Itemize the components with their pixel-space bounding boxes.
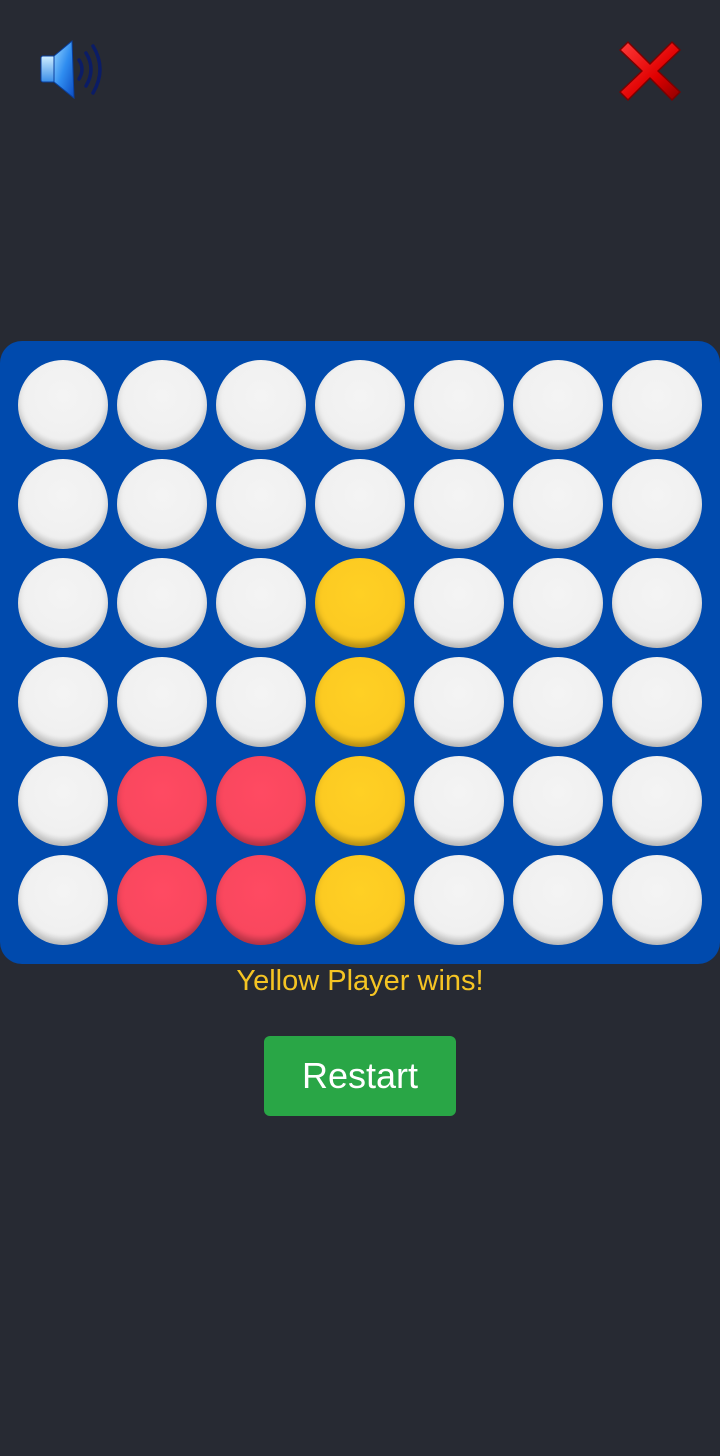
empty-slot[interactable] <box>18 756 108 846</box>
empty-slot[interactable] <box>513 756 603 846</box>
speaker-volume-icon <box>40 39 102 100</box>
empty-slot[interactable] <box>513 657 603 747</box>
empty-slot[interactable] <box>612 360 702 450</box>
restart-button[interactable]: Restart <box>264 1036 456 1116</box>
empty-slot[interactable] <box>414 657 504 747</box>
yellow-disc[interactable] <box>315 558 405 648</box>
empty-slot[interactable] <box>117 558 207 648</box>
empty-slot[interactable] <box>612 855 702 945</box>
empty-slot[interactable] <box>117 459 207 549</box>
close-button[interactable] <box>614 36 686 106</box>
game-status-message: Yellow Player wins! <box>236 965 484 997</box>
empty-slot[interactable] <box>612 756 702 846</box>
red-disc[interactable] <box>117 756 207 846</box>
empty-slot[interactable] <box>513 459 603 549</box>
empty-slot[interactable] <box>414 360 504 450</box>
empty-slot[interactable] <box>117 657 207 747</box>
empty-slot[interactable] <box>216 360 306 450</box>
empty-slot[interactable] <box>414 558 504 648</box>
empty-slot[interactable] <box>18 657 108 747</box>
empty-slot[interactable] <box>513 558 603 648</box>
empty-slot[interactable] <box>612 459 702 549</box>
empty-slot[interactable] <box>216 459 306 549</box>
empty-slot[interactable] <box>117 360 207 450</box>
empty-slot[interactable] <box>216 558 306 648</box>
empty-slot[interactable] <box>18 360 108 450</box>
empty-slot[interactable] <box>18 459 108 549</box>
empty-slot[interactable] <box>18 855 108 945</box>
red-disc[interactable] <box>216 756 306 846</box>
empty-slot[interactable] <box>513 855 603 945</box>
empty-slot[interactable] <box>612 558 702 648</box>
empty-slot[interactable] <box>414 756 504 846</box>
red-disc[interactable] <box>117 855 207 945</box>
empty-slot[interactable] <box>216 657 306 747</box>
empty-slot[interactable] <box>315 459 405 549</box>
yellow-disc[interactable] <box>315 657 405 747</box>
close-x-icon <box>619 41 681 101</box>
yellow-disc[interactable] <box>315 756 405 846</box>
yellow-disc[interactable] <box>315 855 405 945</box>
empty-slot[interactable] <box>612 657 702 747</box>
red-disc[interactable] <box>216 855 306 945</box>
empty-slot[interactable] <box>414 459 504 549</box>
empty-slot[interactable] <box>315 360 405 450</box>
game-board <box>0 341 720 964</box>
empty-slot[interactable] <box>513 360 603 450</box>
empty-slot[interactable] <box>414 855 504 945</box>
empty-slot[interactable] <box>18 558 108 648</box>
sound-toggle-button[interactable] <box>36 36 106 106</box>
